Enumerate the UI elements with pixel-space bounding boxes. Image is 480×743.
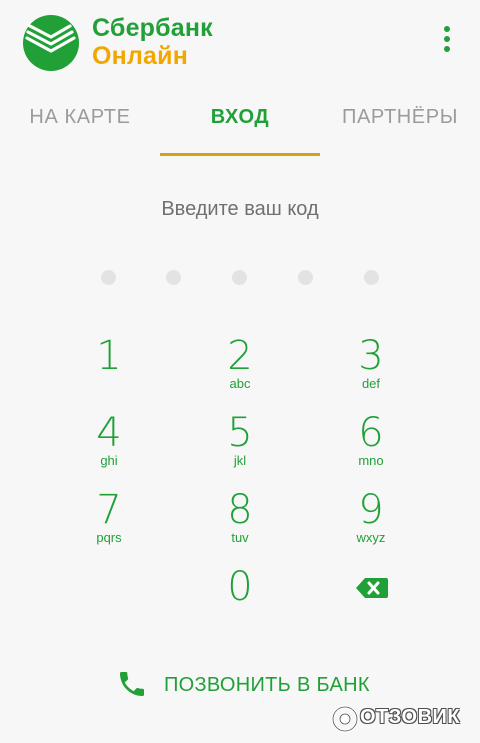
backspace-icon [356, 578, 388, 598]
key-letters: mno [358, 453, 384, 468]
key-digit: 3 [358, 333, 384, 379]
otzovik-logo-icon [331, 705, 359, 733]
key-digit: 0 [227, 564, 253, 610]
sberbank-logo-icon [23, 15, 79, 71]
key-9[interactable]: 9 wxyz [306, 488, 436, 558]
key-5[interactable]: 5 jkl [175, 411, 305, 481]
key-7[interactable]: 7 pqrs [44, 488, 174, 558]
key-letters: abc [229, 376, 251, 391]
key-0[interactable]: 0 [175, 565, 305, 635]
brand-subtitle: Онлайн [92, 42, 188, 70]
pin-dot [101, 270, 116, 285]
menu-dot-icon [444, 36, 450, 42]
watermark-text: ОТЗОВИК [360, 706, 461, 728]
key-digit: 5 [227, 410, 253, 456]
phone-icon [120, 672, 144, 696]
key-letters: tuv [231, 530, 249, 545]
key-1[interactable]: 1 [44, 334, 174, 404]
call-bank-button[interactable]: ПОЗВОНИТЬ В БАНК [110, 666, 380, 706]
key-digit: 1 [96, 333, 122, 379]
key-digit: 4 [96, 410, 122, 456]
active-tab-indicator [160, 153, 320, 156]
key-letters: def [361, 376, 381, 391]
pin-dot [166, 270, 181, 285]
key-3[interactable]: 3 def [306, 334, 436, 404]
pin-dot [364, 270, 379, 285]
pin-prompt: Введите ваш код [161, 198, 319, 220]
overflow-menu-button[interactable] [432, 26, 462, 60]
otzovik-watermark: ОТЗОВИК [330, 702, 476, 733]
key-letters: wxyz [356, 530, 386, 545]
brand-name: Сбербанк [92, 14, 213, 42]
key-digit: 8 [227, 487, 253, 533]
backspace-button[interactable] [340, 568, 400, 608]
app-header: Сбербанк Онлайн [0, 0, 480, 88]
key-4[interactable]: 4 ghi [44, 411, 174, 481]
key-digit: 9 [358, 487, 384, 533]
key-8[interactable]: 8 tuv [175, 488, 305, 558]
tab-login[interactable]: ВХОД [160, 106, 320, 129]
key-digit: 6 [358, 410, 384, 456]
pin-dot [298, 270, 313, 285]
key-letters: pqrs [96, 530, 122, 545]
menu-dot-icon [444, 26, 450, 32]
key-2[interactable]: 2 abc [175, 334, 305, 404]
key-letters: ghi [100, 453, 118, 468]
pin-dot [232, 270, 247, 285]
tab-on-card[interactable]: НА КАРТЕ [0, 106, 160, 129]
key-digit: 7 [96, 487, 122, 533]
key-digit: 2 [227, 333, 253, 379]
tab-bar: НА КАРТЕ ВХОД ПАРТНЁРЫ [0, 96, 480, 158]
menu-dot-icon [444, 46, 450, 52]
pin-indicator [0, 270, 480, 286]
call-bank-label: ПОЗВОНИТЬ В БАНК [164, 674, 370, 696]
key-6[interactable]: 6 mno [306, 411, 436, 481]
tab-partners[interactable]: ПАРТНЁРЫ [320, 106, 480, 129]
key-letters: jkl [233, 453, 247, 468]
